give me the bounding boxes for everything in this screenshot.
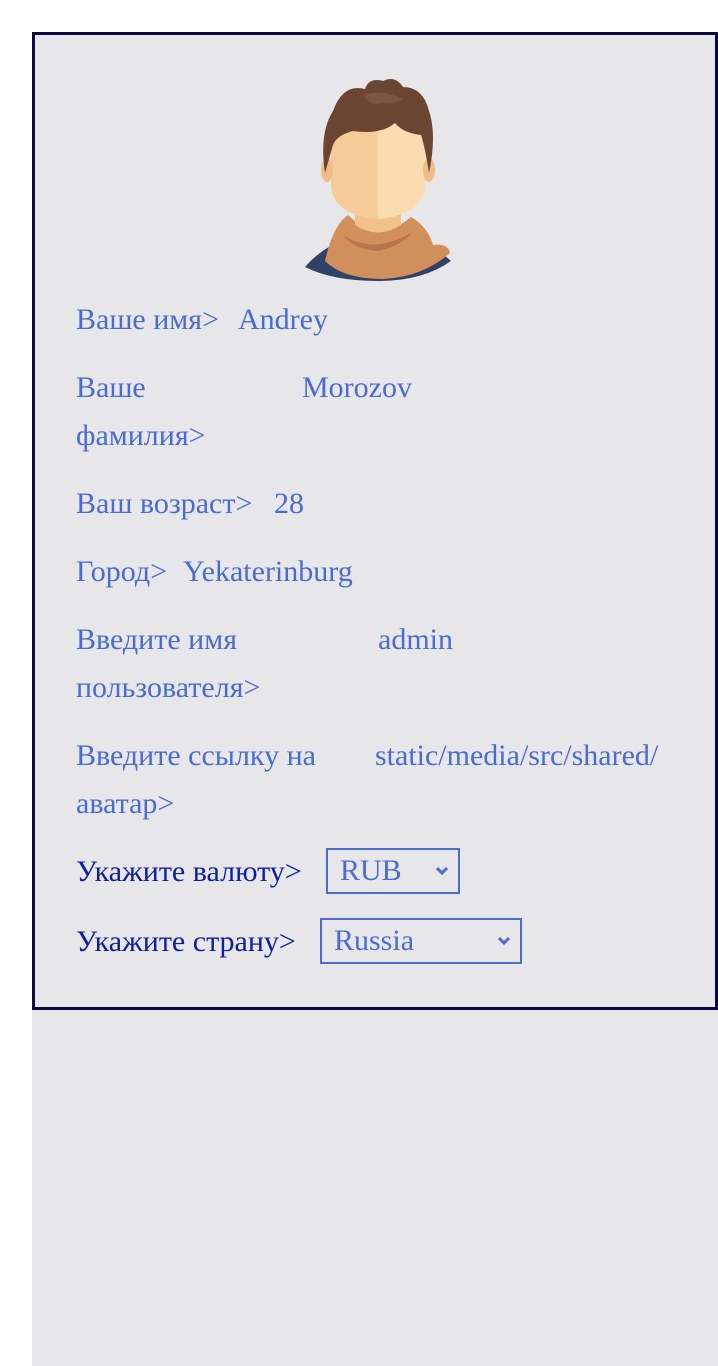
avatar-link-value[interactable]: static/media/src/shared/	[375, 732, 658, 780]
last-name-label-line2: фамилия>	[76, 419, 206, 452]
currency-label: Укажите валюту>	[76, 855, 302, 888]
country-select[interactable]: Russia	[320, 918, 522, 964]
chevron-down-icon	[436, 866, 448, 876]
last-name-label-line1: Ваше	[76, 371, 146, 404]
country-selected-value: Russia	[334, 924, 415, 957]
currency-selected-value: RUB	[340, 854, 402, 887]
avatar-link-label-line1: Введите ссылку на	[76, 739, 316, 772]
chevron-down-icon	[498, 936, 510, 946]
avatar-link-label-line2: аватар>	[76, 787, 175, 820]
avatar	[305, 79, 451, 281]
age-value[interactable]: 28	[274, 480, 304, 528]
first-name-label: Ваше имя>	[76, 303, 219, 336]
currency-select[interactable]: RUB	[326, 848, 460, 894]
avatar-link-row: Введите ссылку на аватар> static/media/s…	[76, 732, 673, 828]
first-name-value[interactable]: Andrey	[238, 296, 328, 344]
username-label-line1: Введите имя	[76, 623, 238, 656]
age-label: Ваш возраст>	[76, 487, 253, 520]
username-label-line2: пользователя>	[76, 671, 261, 704]
country-label: Укажите страну>	[76, 925, 296, 958]
username-value[interactable]: admin	[378, 616, 453, 664]
city-label: Город>	[76, 555, 168, 588]
profile-card: Ваше имя> Andrey Ваше фамилия> Morozov В…	[32, 32, 718, 1010]
last-name-value[interactable]: Morozov	[302, 364, 412, 412]
city-value[interactable]: Yekaterinburg	[183, 548, 353, 596]
